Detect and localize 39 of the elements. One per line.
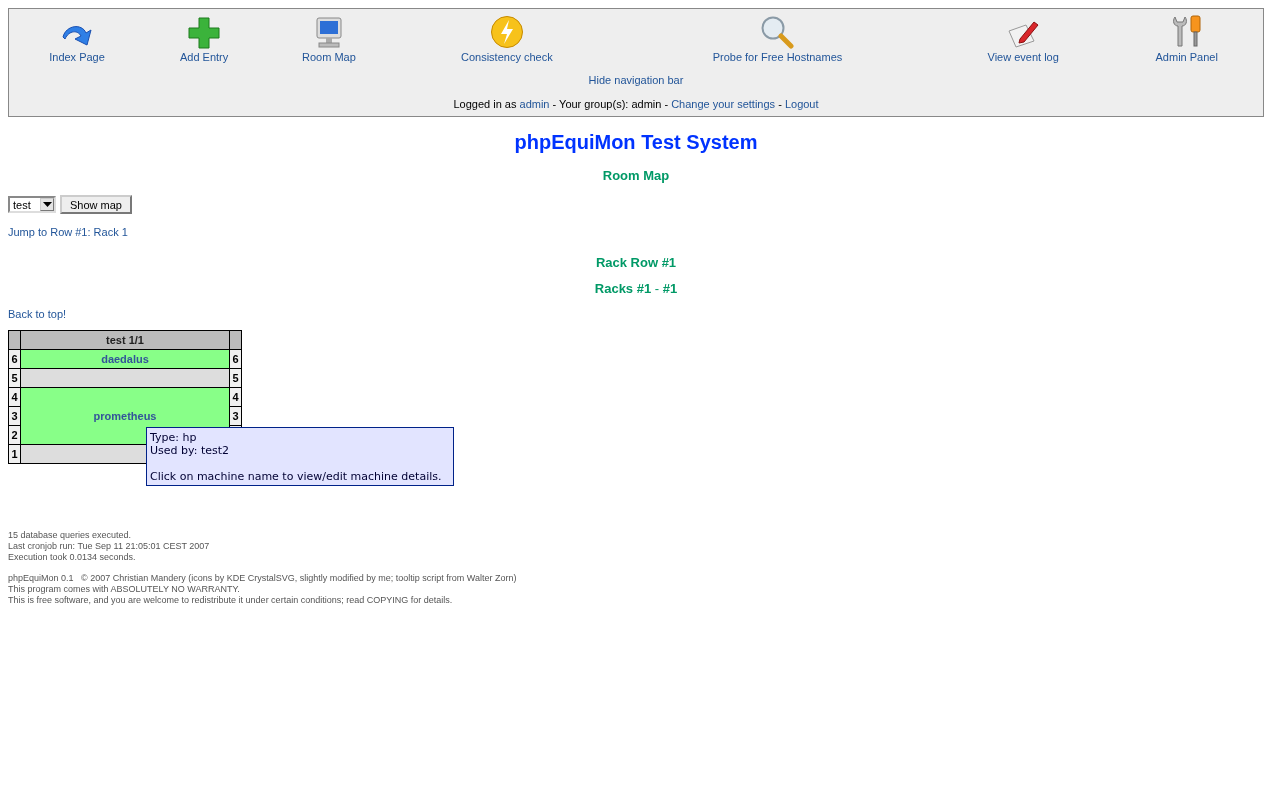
nav-link[interactable]: Consistency check <box>461 51 553 63</box>
nav-link[interactable]: Probe for Free Hostnames <box>712 51 843 63</box>
machine-link[interactable]: daedalus <box>101 353 149 365</box>
user-link[interactable]: Logout <box>784 98 819 110</box>
pen-icon[interactable] <box>1006 19 1041 49</box>
machine-link[interactable]: prometheus <box>93 410 157 422</box>
tooltip-text: Used by: test2 <box>150 444 231 457</box>
footer-text: 15 database queries executed. <box>8 530 133 541</box>
footer-text: This is free software, and you are welcome to redistribute it under certain conditions; read COPYING for details. <box>8 595 454 606</box>
footer-text: Execution took 0.0134 seconds. <box>8 552 137 563</box>
nav-link[interactable]: Index Page <box>49 51 105 63</box>
tools-icon[interactable] <box>1170 15 1203 49</box>
row-heading: Rack Row #1 <box>595 255 677 270</box>
bolt-icon[interactable] <box>489 15 524 49</box>
back-to-top-link[interactable]: Back to top! <box>8 308 67 320</box>
room-select[interactable]: test <box>8 196 56 213</box>
hide-navigation-link[interactable]: Hide navigation bar <box>588 74 684 86</box>
racks-heading: Racks #1 - #1 <box>594 281 678 296</box>
footer-text: This program comes with ABSOLUTELY NO WARRANTY. <box>8 584 241 595</box>
tooltip-text: Type: hp <box>150 431 198 444</box>
nav-link[interactable]: Admin Panel <box>1155 51 1218 63</box>
footer-text: phpEquiMon 0.1 © 2007 Christian Mandery (icons by KDE CrystalSVG, slightly modified by me; tooltip script from Walter Zorn) <box>8 573 518 584</box>
plus-icon[interactable] <box>188 17 221 49</box>
nav-link[interactable]: Room Map <box>302 51 356 63</box>
monitor-icon[interactable] <box>314 17 343 49</box>
user-link[interactable]: Change your settings <box>671 98 776 110</box>
table-header-cell <box>8 330 21 350</box>
tooltip-text: Click on machine name to view/edit machine details. <box>150 470 443 483</box>
section-heading: Room Map <box>602 168 670 183</box>
login-status: Logged in as admin - Your group(s): admin - Change your settings - Logout <box>453 98 819 110</box>
show-map-button[interactable]: Show map <box>60 195 132 214</box>
nav-link[interactable]: Add Entry <box>180 51 229 63</box>
jump-link[interactable]: Jump to Row #1: Rack 1 <box>8 226 128 238</box>
nav-link[interactable]: View event log <box>987 51 1059 63</box>
page-title: phpEquiMon Test System <box>514 131 758 154</box>
rack-title: test 1/1 <box>20 330 230 350</box>
footer-text: Last cronjob run: Tue Sep 11 21:05:01 CEST 2007 <box>8 541 211 552</box>
magnifier-icon[interactable] <box>760 15 795 49</box>
user-link[interactable]: admin <box>519 98 550 110</box>
